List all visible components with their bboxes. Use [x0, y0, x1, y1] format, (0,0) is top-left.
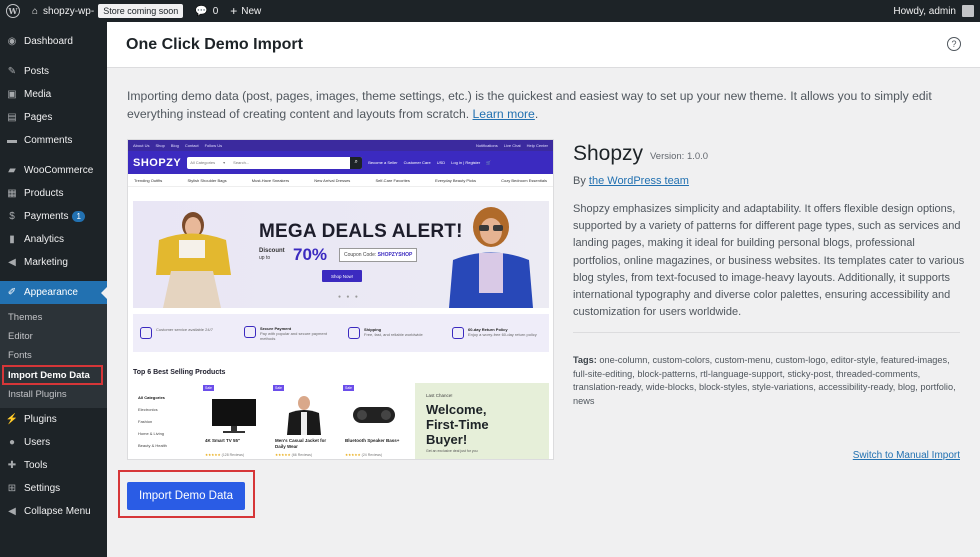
sidebar-item-payments[interactable]: $ Payments 1	[0, 205, 107, 228]
theme-version: Version: 1.0.0	[650, 151, 709, 162]
preview-features: Customer service available 24/7 Secure P…	[133, 314, 549, 352]
preview-product: Sale Men's Casual Jacket for Daily Wear …	[273, 385, 327, 457]
megaphone-icon: ◀	[8, 257, 16, 268]
media-icon: ▣	[7, 89, 17, 100]
preview-product: Sale 4K Smart TV 55" ★★★★★ (128 Reviews)	[203, 385, 265, 459]
dashboard-icon: ◉	[7, 36, 17, 47]
import-demo-data-button[interactable]: Import Demo Data	[127, 482, 245, 510]
preview-nav: Trending Outfits Stylish Shoulder Bags Mus…	[128, 174, 553, 187]
learn-more-link[interactable]: Learn more	[473, 107, 535, 121]
page-icon: ▤	[7, 112, 17, 123]
preview-categories: All Categories Electronics Fashion Home …	[138, 395, 167, 448]
admin-sidebar: ◉ Dashboard ✎ Posts ▣ Media ▤ Pages ▬ Comment…	[0, 22, 107, 557]
carousel-dots: ● ● ●	[338, 294, 360, 300]
return-icon	[452, 327, 464, 339]
wordpress-logo-icon[interactable]: W	[0, 0, 26, 22]
settings-icon: ⊞	[7, 483, 17, 494]
theme-name: Shopzy	[573, 142, 644, 165]
sidebar-item-products[interactable]: ▦ Products	[0, 182, 107, 205]
submenu-fonts[interactable]: Fonts	[0, 346, 107, 365]
chart-icon: ▮	[9, 234, 15, 245]
comments-link[interactable]: 💬 0	[189, 0, 224, 22]
preview-search: All Categories ▾ Search... ⌕	[187, 156, 363, 169]
shield-icon	[244, 325, 256, 338]
plugin-icon: ⚡	[5, 414, 19, 425]
theme-tags: Tags: one-column, custom-colors, custom-…	[573, 355, 956, 406]
notification-badge: 1	[72, 211, 85, 222]
preview-topbar: About Us Shop Blog Contact Follow Us Notific…	[128, 140, 553, 151]
submenu-editor[interactable]: Editor	[0, 327, 107, 346]
author-link[interactable]: the WordPress team	[589, 175, 689, 187]
dollar-icon: $	[9, 211, 15, 222]
sidebar-item-woocommerce[interactable]: ▰ WooCommerce	[0, 159, 107, 182]
import-button-highlight: Import Demo Data	[118, 470, 255, 518]
archive-icon: ▦	[7, 188, 17, 199]
preview-product: Sale Bluetooth Speaker Bass+ ★★★★★ (24 R…	[343, 385, 400, 457]
box-icon	[348, 327, 360, 339]
plus-icon: +	[230, 4, 238, 18]
divider	[573, 332, 960, 333]
sidebar-item-comments[interactable]: ▬ Comments	[0, 129, 107, 152]
avatar	[962, 5, 974, 17]
sidebar-item-marketing[interactable]: ◀ Marketing	[0, 251, 107, 274]
woo-icon: ▰	[8, 165, 16, 176]
preview-header: SHOPZY All Categories ▾ Search... ⌕ Become…	[128, 151, 553, 174]
collapse-icon: ◀	[8, 506, 16, 517]
headset-icon	[140, 327, 152, 339]
cart-icon: 🛒	[486, 160, 492, 165]
theme-screenshot: About Us Shop Blog Contact Follow Us Notific…	[127, 139, 554, 460]
sidebar-item-plugins[interactable]: ⚡ Plugins	[0, 408, 107, 431]
sidebar-item-settings[interactable]: ⊞ Settings	[0, 477, 107, 500]
main-content: Importing demo data (post, pages, images…	[107, 68, 980, 557]
sidebar-item-posts[interactable]: ✎ Posts	[0, 60, 107, 83]
switch-to-manual-import-link[interactable]: Switch to Manual Import	[853, 450, 960, 461]
sidebar-item-users[interactable]: ● Users	[0, 431, 107, 454]
comment-icon: ▬	[7, 135, 17, 146]
submenu-install-plugins[interactable]: Install Plugins	[0, 385, 107, 404]
search-icon: ⌕	[350, 156, 363, 169]
sidebar-item-appearance[interactable]: ✐ Appearance	[0, 281, 107, 304]
wrench-icon: ✚	[7, 460, 17, 471]
theme-description: Shopzy emphasizes simplicity and adaptab…	[573, 203, 965, 319]
sidebar-item-tools[interactable]: ✚ Tools	[0, 454, 107, 477]
help-icon[interactable]: ?	[947, 37, 961, 51]
brush-icon: ✐	[7, 287, 17, 298]
preview-logo: SHOPZY	[133, 156, 182, 169]
submenu-import-demo-data[interactable]: Import Demo Data	[2, 365, 103, 385]
admin-bar: W ⌂ shopzy-wp- Store coming soon 💬 0 + N…	[0, 0, 980, 22]
my-account-link[interactable]: Howdy, admin	[887, 0, 980, 22]
store-status-badge[interactable]: Store coming soon	[98, 4, 184, 18]
preview-hero-banner: MEGA DEALS ALERT! Discount up to 70% Coup…	[133, 201, 549, 308]
site-name-link[interactable]: ⌂ shopzy-wp- Store coming soon	[26, 0, 189, 22]
sidebar-item-dashboard[interactable]: ◉ Dashboard	[0, 30, 107, 53]
user-icon: ●	[8, 437, 16, 448]
appearance-submenu: Themes Editor Fonts Import Demo Data Ins…	[0, 304, 107, 408]
intro-text: Importing demo data (post, pages, images…	[127, 89, 932, 121]
submenu-themes[interactable]: Themes	[0, 308, 107, 327]
theme-author: By the WordPress team	[573, 175, 689, 187]
sidebar-item-analytics[interactable]: ▮ Analytics	[0, 228, 107, 251]
sidebar-item-media[interactable]: ▣ Media	[0, 83, 107, 106]
model-image-left	[156, 212, 231, 308]
new-content-link[interactable]: + New	[224, 0, 267, 22]
page-header: One Click Demo Import ?	[107, 22, 980, 68]
collapse-menu-button[interactable]: ◀ Collapse Menu	[0, 500, 107, 523]
page-title: One Click Demo Import	[126, 35, 303, 53]
preview-promo: Last Chance! Welcome, First-Time Buyer! …	[415, 383, 549, 459]
home-icon: ⌂	[32, 5, 39, 17]
pin-icon: ✎	[7, 66, 17, 77]
sidebar-item-pages[interactable]: ▤ Pages	[0, 106, 107, 129]
comment-icon: 💬	[195, 5, 208, 17]
